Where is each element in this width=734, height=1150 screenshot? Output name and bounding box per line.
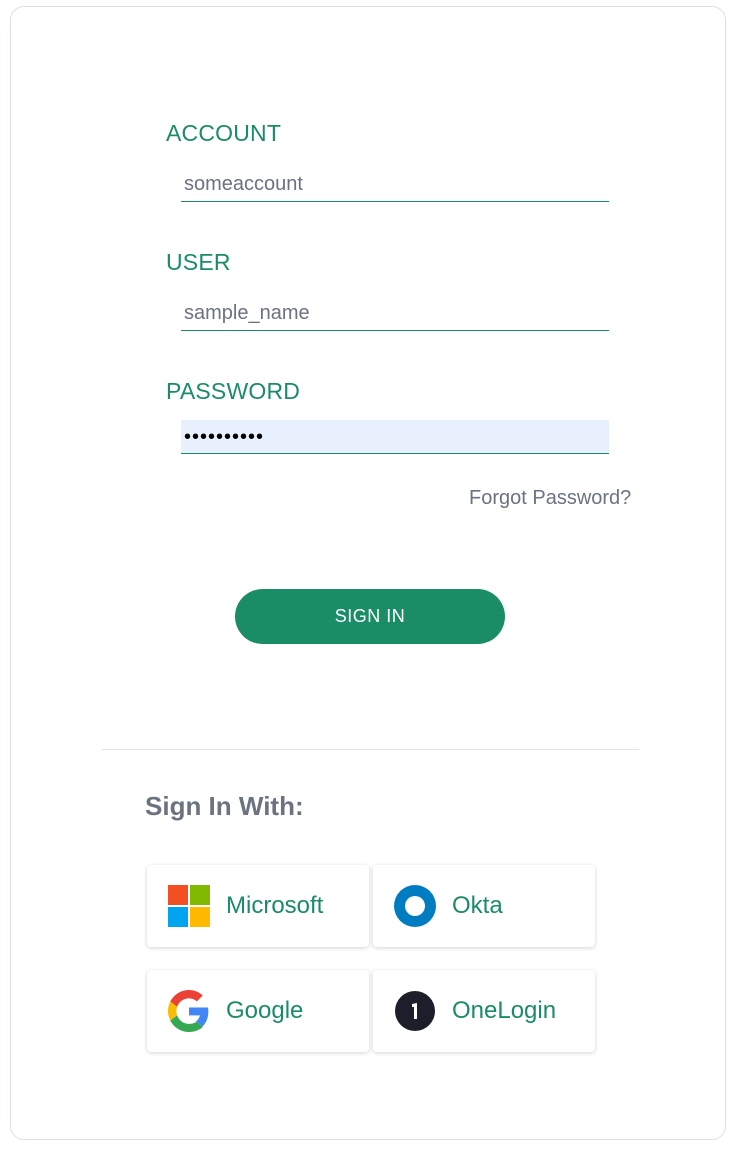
okta-icon <box>394 885 436 927</box>
okta-label: Okta <box>452 892 503 919</box>
forgot-password-link[interactable]: Forgot Password? <box>469 487 631 510</box>
microsoft-icon <box>168 885 210 927</box>
login-card: ACCOUNT USER PASSWORD •••••••••• Forgot … <box>10 6 726 1140</box>
google-icon <box>168 990 209 1032</box>
sign-in-with-heading: Sign In With: <box>145 791 304 821</box>
microsoft-sso-button[interactable]: Microsoft <box>147 865 369 947</box>
password-input[interactable]: •••••••••• <box>181 420 609 454</box>
password-label: PASSWORD <box>166 378 301 404</box>
account-label: ACCOUNT <box>166 120 282 146</box>
onelogin-label: OneLogin <box>452 997 557 1024</box>
account-input[interactable] <box>181 168 609 202</box>
microsoft-label: Microsoft <box>226 892 324 919</box>
onelogin-icon <box>395 991 435 1031</box>
sign-in-button[interactable]: SIGN IN <box>235 589 505 644</box>
onelogin-sso-button[interactable]: OneLogin <box>373 970 595 1052</box>
google-sso-button[interactable]: Google <box>147 970 369 1052</box>
user-input[interactable] <box>181 297 609 331</box>
user-label: USER <box>166 249 231 275</box>
okta-sso-button[interactable]: Okta <box>373 865 595 947</box>
divider <box>102 749 639 750</box>
google-label: Google <box>226 997 304 1024</box>
